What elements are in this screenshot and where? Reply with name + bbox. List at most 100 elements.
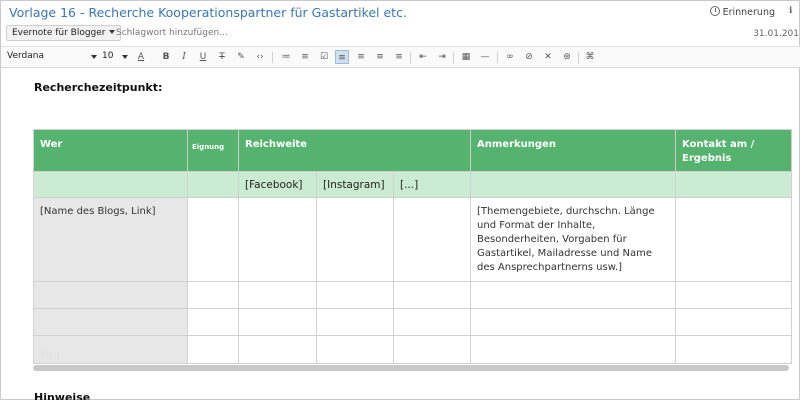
alarm-clock-icon [709,6,720,16]
align-center-icon[interactable]: ≡ [354,50,368,64]
title-bar: Vorlage 16 - Recherche Kooperationspartn… [1,1,800,23]
font-color-icon[interactable]: A [134,50,148,64]
toolbar-separator [453,52,454,63]
table-icon[interactable]: ▦ [459,50,473,64]
header-kontakt[interactable]: Kontakt am / Ergebnis [675,129,793,172]
format-toolbar: Verdana 10 A B I U T ✎ ‹› ≔ ≡ ☑ ≡ ≡ ≡ ≡ … [1,46,800,68]
research-table[interactable]: Wer Eignung Reichweite Anmerkungen Konta… [33,129,793,364]
header-reichweite[interactable]: Reichweite [237,129,472,172]
cell-blog-name[interactable]: [Name des Blogs, Link] [33,197,188,282]
table-cell[interactable] [392,335,472,364]
font-size-value: 10 [102,51,114,61]
table-cell[interactable] [238,281,317,309]
table-cell[interactable] [187,281,239,309]
table-cell[interactable] [316,308,394,336]
clear-format-icon[interactable]: ✕ [541,50,555,64]
chevron-down-icon [91,55,97,59]
toolbar-separator [272,52,273,63]
note-title[interactable]: Vorlage 16 - Recherche Kooperationspartn… [9,5,407,20]
link-icon[interactable]: ∞ [503,50,517,64]
numbered-list-icon[interactable]: ≡ [298,50,312,64]
editor-window: Vorlage 16 - Recherche Kooperationspartn… [0,0,800,400]
table-horizontal-scrollbar[interactable] [33,365,789,371]
note-body[interactable]: Recherchezeitpunkt: Wer Eignung Reichwei… [1,69,800,400]
note-date: 31.01.201 [753,29,799,39]
font-family-value: Verdana [7,51,44,61]
encrypt-icon[interactable]: ⊛ [560,50,574,64]
horizontal-rule-icon[interactable]: — [478,50,492,64]
table-subheader-row: [Facebook] [Instagram] [...] [33,171,793,198]
table-cell[interactable] [470,308,677,336]
cell-anmerkungen[interactable]: [Themengebiete, durchschn. Länge und For… [470,197,677,282]
table-cell[interactable]: Blog [33,335,188,364]
font-size-select[interactable]: 10 [102,51,128,61]
table-row: Blog [33,335,793,364]
indent-icon[interactable]: ⇥ [435,50,449,64]
strikethrough-icon[interactable]: T [215,50,229,64]
table-cell[interactable] [33,171,188,198]
table-cell[interactable] [33,308,188,336]
table-cell[interactable] [675,197,793,282]
checkbox-icon[interactable]: ☑ [317,50,331,64]
table-row [33,308,793,336]
table-cell[interactable] [675,281,793,309]
table-cell[interactable] [392,281,472,309]
table-cell[interactable] [316,281,394,309]
more-icon[interactable]: ⌘ [583,50,597,64]
table-header-row: Wer Eignung Reichweite Anmerkungen Konta… [33,129,793,172]
code-icon[interactable]: ‹› [253,50,267,64]
subheader-instagram[interactable]: [Instagram] [316,171,394,198]
reminder-button[interactable]: Erinnerung [709,6,775,18]
section-heading: Recherchezeitpunkt: [34,81,163,94]
table-cell[interactable] [675,171,793,198]
notebook-label: Evernote für Blogger [12,28,106,38]
underline-icon[interactable]: U [196,50,210,64]
table-cell[interactable] [470,171,677,198]
table-cell[interactable] [33,281,188,309]
chevron-down-icon [122,55,128,59]
table-cell[interactable] [187,197,239,282]
table-cell[interactable] [187,335,239,364]
outdent-icon[interactable]: ⇤ [416,50,430,64]
toolbar-separator [410,52,411,63]
table-cell[interactable] [675,308,793,336]
subheader-other[interactable]: [...] [392,171,472,198]
table-cell[interactable] [238,308,317,336]
hinweise-heading: Hinweise [34,391,91,400]
header-anmerkungen[interactable]: Anmerkungen [470,129,677,172]
table-cell[interactable] [316,335,394,364]
table-cell[interactable] [238,197,317,282]
align-right-icon[interactable]: ≡ [373,50,387,64]
table-row: [Name des Blogs, Link] [Themengebiete, d… [33,197,793,282]
tag-input[interactable]: Schlagwort hinzufügen... [116,28,228,38]
reminder-label: Erinnerung [722,7,775,18]
table-cell[interactable] [675,335,793,364]
note-meta-bar: Evernote für Blogger Schlagwort hinzufüg… [1,24,800,44]
chevron-down-icon [108,30,115,34]
highlight-icon[interactable]: ✎ [234,50,248,64]
notebook-selector[interactable]: Evernote für Blogger [6,25,121,41]
toolbar-separator [497,52,498,63]
bullet-list-icon[interactable]: ≔ [279,50,293,64]
italic-icon[interactable]: I [177,50,191,64]
table-row [33,281,793,309]
table-cell[interactable] [470,281,677,309]
ghost-text: Blog [40,351,60,361]
info-icon[interactable]: ℹ [789,6,799,17]
table-cell[interactable] [316,197,394,282]
table-cell[interactable] [470,335,677,364]
header-wer[interactable]: Wer [33,129,188,172]
table-cell[interactable] [392,197,472,282]
table-cell[interactable] [187,308,239,336]
header-eignung[interactable]: Eignung [187,129,239,172]
table-cell[interactable] [187,171,239,198]
bold-icon[interactable]: B [159,50,173,64]
table-cell[interactable] [392,308,472,336]
subheader-facebook[interactable]: [Facebook] [238,171,317,198]
table-cell[interactable] [238,335,317,364]
attachment-icon[interactable]: ⊘ [522,50,536,64]
toolbar-separator [578,52,579,63]
justify-icon[interactable]: ≡ [392,50,406,64]
font-family-select[interactable]: Verdana [7,51,97,61]
align-left-icon[interactable]: ≡ [335,50,349,64]
